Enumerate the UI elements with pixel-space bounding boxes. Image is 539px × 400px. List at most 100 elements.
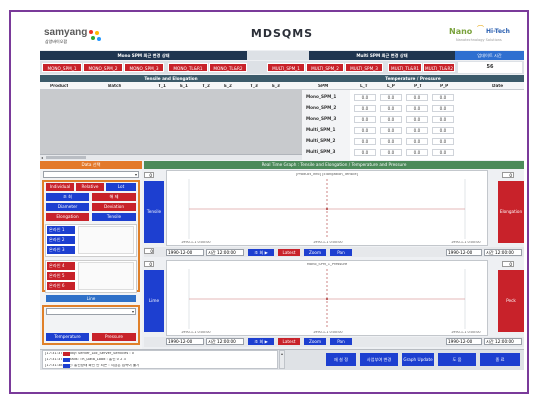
temp-cell-pp[interactable]: 0.0 <box>432 94 454 101</box>
temp-cell-pt[interactable]: 0.0 <box>406 105 428 112</box>
diameter-button[interactable]: Diameter <box>46 203 89 211</box>
lot-button[interactable]: Lot <box>106 183 136 191</box>
change-button[interactable]: 사업부여 변경 <box>360 353 398 366</box>
spin-top-left-2[interactable]: 0 <box>144 248 154 254</box>
start-date-input-2[interactable]: 1990-12-00 <box>166 338 204 345</box>
relative-button[interactable]: Relative <box>76 183 104 191</box>
top-chart-plot <box>188 179 466 239</box>
temp-cell-pt[interactable]: 0.0 <box>406 94 428 101</box>
top-axis-label-3: 1990-1-1 0:00:00 <box>451 241 481 244</box>
bottom-axis-label-1: 1990-1-1 0:00:00 <box>181 331 211 334</box>
end-time-input[interactable]: 시간 12:00:00 <box>484 249 522 256</box>
graph-update-button[interactable]: Graph Update <box>402 353 434 366</box>
temp-cell-spm: Mono_SPM_2 <box>306 105 337 110</box>
temp-cell-pp[interactable]: 0.0 <box>432 149 454 156</box>
pan-button[interactable]: Pan <box>330 249 352 256</box>
spin-bottom-right[interactable]: 0 <box>502 261 514 267</box>
line-button[interactable]: Line <box>46 295 136 302</box>
elongation-axis-button[interactable]: Elongation <box>498 181 524 243</box>
end-date-input-2[interactable]: 1990-12-00 <box>446 338 482 345</box>
spin-bottom-left[interactable]: 0 <box>144 261 154 267</box>
temp-cell-spm: Multi_SPM_3 <box>306 149 336 154</box>
zoom-button[interactable]: Zoom <box>304 249 326 256</box>
temp-cell-lp[interactable]: 0.0 <box>380 105 402 112</box>
mono-chip-2[interactable]: MONO_SPM_2 <box>83 63 123 72</box>
online-check-3[interactable]: 온라인 3 <box>47 246 75 254</box>
end-time-input-2[interactable]: 시간 12:00:00 <box>484 338 522 345</box>
start-date-input[interactable]: 1990-12-00 <box>166 249 204 256</box>
help-button[interactable]: 도 움 <box>438 353 476 366</box>
start-time-input[interactable]: 시간 12:00:00 <box>206 249 244 256</box>
temp-select-dropdown[interactable]: ▾ <box>46 308 136 315</box>
peck-axis-button[interactable]: Peck <box>498 270 524 332</box>
temp-cell-lp[interactable]: 0.0 <box>380 116 402 123</box>
individual-button[interactable]: Individual <box>46 183 74 191</box>
spin-top-right[interactable]: 0 <box>502 172 514 178</box>
query-run-button[interactable]: 조 회 ▶ <box>248 249 274 256</box>
temp-cell-lt[interactable]: 0.0 <box>354 149 376 156</box>
deviation-button[interactable]: Deviation <box>92 203 136 211</box>
mono-chip-3[interactable]: MONO_SPM_3 <box>124 63 164 72</box>
reset-button[interactable]: 재 설 정 <box>326 353 356 366</box>
temp-cell-lp[interactable]: 0.0 <box>380 127 402 134</box>
tensile-hscrollbar[interactable]: ◂ <box>40 154 302 160</box>
temp-cell-pp[interactable]: 0.0 <box>432 138 454 145</box>
multi-chip-1[interactable]: MULTI_SPM_1 <box>267 63 305 72</box>
temp-cell-lt[interactable]: 0.0 <box>354 105 376 112</box>
temp-cell-lt[interactable]: 0.0 <box>354 138 376 145</box>
multi-chip-5[interactable]: MULTI_TL&R2 <box>423 63 455 72</box>
mono-chip-4[interactable]: MONO_TL&R1 <box>168 63 208 72</box>
release-button[interactable]: 해 제 <box>92 193 136 201</box>
temp-cell-pt[interactable]: 0.0 <box>406 127 428 134</box>
temp-cell-lt[interactable]: 0.0 <box>354 127 376 134</box>
online-check-2[interactable]: 온라인 2 <box>47 236 75 244</box>
lime-axis-button[interactable]: Lime <box>144 270 164 332</box>
exit-button[interactable]: 종 료 <box>480 353 520 366</box>
temp-cell-lp[interactable]: 0.0 <box>380 149 402 156</box>
temperature-button[interactable]: Temperature <box>46 333 89 341</box>
start-time-input-2[interactable]: 시간 12:00:00 <box>206 338 244 345</box>
mono-chip-1[interactable]: MONO_SPM_1 <box>42 63 82 72</box>
online-check-6[interactable]: 온라인 6 <box>47 282 75 290</box>
temp-cell-lt[interactable]: 0.0 <box>354 94 376 101</box>
chevron-down-icon[interactable]: ▾ <box>132 309 134 314</box>
temp-cell-lp[interactable]: 0.0 <box>380 138 402 145</box>
online-check-1[interactable]: 온라인 1 <box>47 226 75 234</box>
temp-cell-spm: Mono_SPM_1 <box>306 94 337 99</box>
temp-cell-lp[interactable]: 0.0 <box>380 94 402 101</box>
elongation-button[interactable]: Elongation <box>46 213 89 221</box>
multi-chip-2[interactable]: MULTI_SPM_2 <box>306 63 344 72</box>
temp-cell-lt[interactable]: 0.0 <box>354 116 376 123</box>
scroll-left-icon[interactable]: ◂ <box>41 155 43 160</box>
tensile-axis-button[interactable]: Tensile <box>144 181 164 243</box>
spin-top-left[interactable]: 0 <box>144 172 154 178</box>
chevron-down-icon[interactable]: ▾ <box>135 172 137 177</box>
latest-button[interactable]: Latest <box>278 249 300 256</box>
temp-cell-pt[interactable]: 0.0 <box>406 138 428 145</box>
online-check-4[interactable]: 온라인 4 <box>47 262 75 270</box>
log-scrollbar[interactable]: ▴ <box>279 350 285 369</box>
latest-button-2[interactable]: Latest <box>278 338 300 345</box>
pressure-button[interactable]: Pressure <box>92 333 136 341</box>
pan-button-2[interactable]: Pan <box>330 338 352 345</box>
nano-logo-b: Hi-Tech <box>486 28 510 35</box>
end-date-input[interactable]: 1990-12-00 <box>446 249 482 256</box>
query-run-button-2[interactable]: 조 회 ▶ <box>248 338 274 345</box>
multi-chip-4[interactable]: MULTI_TL&R1 <box>388 63 422 72</box>
log-line-1: [17:31:37] Lobby: Server_Loc_Server_Serv… <box>45 352 135 355</box>
top-axis-label-1: 1990-1-1 0:00:00 <box>181 241 211 244</box>
temp-cell-pt[interactable]: 0.0 <box>406 149 428 156</box>
temp-cell-pp[interactable]: 0.0 <box>432 116 454 123</box>
data-select-dropdown[interactable]: ▾ <box>43 171 139 178</box>
query-button[interactable]: 조 회 <box>46 193 89 201</box>
scroll-thumb[interactable] <box>46 156 86 159</box>
zoom-button-2[interactable]: Zoom <box>304 338 326 345</box>
temp-cell-pt[interactable]: 0.0 <box>406 116 428 123</box>
mono-chip-5[interactable]: MONO_TL&R2 <box>209 63 247 72</box>
multi-chip-3[interactable]: MULTI_SPM_3 <box>345 63 383 72</box>
tensile-table-header: Product Batch T_1 E_1 T_2 E_2 T_3 E_3 <box>40 82 302 90</box>
online-check-5[interactable]: 온라인 5 <box>47 272 75 280</box>
temp-cell-pp[interactable]: 0.0 <box>432 105 454 112</box>
temp-cell-pp[interactable]: 0.0 <box>432 127 454 134</box>
tensile-button[interactable]: Tensile <box>92 213 136 221</box>
